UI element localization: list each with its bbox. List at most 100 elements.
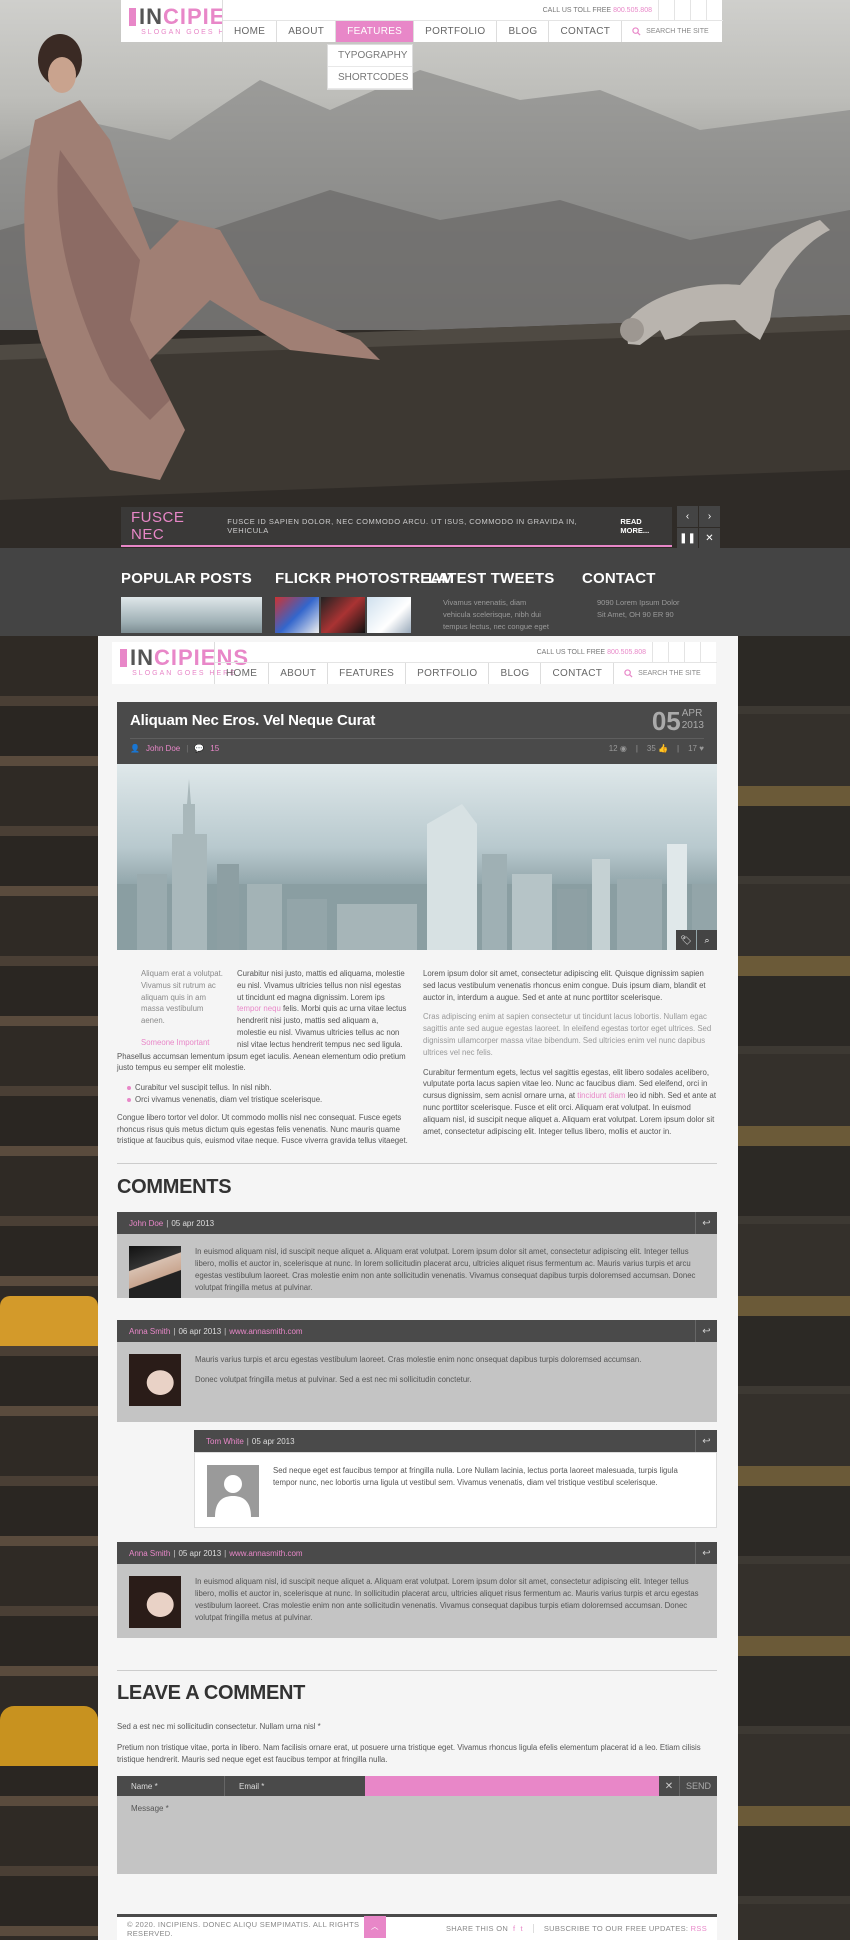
slider-next-icon[interactable]: › xyxy=(699,506,720,527)
dropdown-shortcodes[interactable]: SHORTCODES xyxy=(328,67,412,89)
comment: John Doe | 05 apr 2013 ↩ In euismod aliqua… xyxy=(117,1212,717,1298)
meta-separator: | xyxy=(186,744,189,753)
default-user-icon xyxy=(215,1475,251,1517)
slider-pause-icon[interactable]: ❚❚ xyxy=(677,528,698,548)
comment-header: John Doe | 05 apr 2013 ↩ xyxy=(117,1212,717,1234)
comment-author[interactable]: Anna Smith xyxy=(129,1549,170,1558)
slider-read-more[interactable]: READ MORE... xyxy=(620,517,672,535)
nav-features[interactable]: FEATURES xyxy=(336,21,415,42)
email-field[interactable]: Email * xyxy=(225,1776,365,1796)
slider-close-icon[interactable]: ✕ xyxy=(699,528,720,548)
comment-website[interactable]: www.annasmith.com xyxy=(229,1327,302,1336)
reply-icon[interactable]: ↩ xyxy=(695,1212,717,1234)
twitter-icon[interactable]: t xyxy=(520,1924,522,1933)
comment-header: Tom White | 05 apr 2013 ↩ xyxy=(194,1430,717,1452)
stat-hearts[interactable]: 17 ♥ xyxy=(688,744,704,753)
dropdown-typography[interactable]: TYPOGRAPHY xyxy=(328,45,412,67)
send-button[interactable]: SEND xyxy=(679,1776,717,1796)
nav-contact[interactable]: CONTACT xyxy=(549,21,623,42)
nav-portfolio[interactable]: PORTFOLIO xyxy=(414,21,498,42)
pull-quote-author[interactable]: Someone Important xyxy=(141,1037,227,1049)
flickr-thumb[interactable] xyxy=(367,597,412,633)
reply-icon[interactable]: ↩ xyxy=(695,1542,717,1564)
stat-views[interactable]: 12 ◉ xyxy=(609,744,627,753)
message-label: Message * xyxy=(131,1804,169,1813)
subscribe: SUBSCRIBE TO OUR FREE UPDATES: RSS xyxy=(534,1924,717,1933)
comment-author[interactable]: Tom White xyxy=(206,1437,244,1446)
nav-about[interactable]: ABOUT xyxy=(269,663,329,684)
nav-contact[interactable]: CONTACT xyxy=(541,663,615,684)
search-box[interactable]: SEARCH THE SITE xyxy=(622,21,709,42)
website-field[interactable] xyxy=(365,1776,659,1796)
comment-date: 05 apr 2013 xyxy=(178,1548,222,1558)
tweet-line: Vivamus venenatis, diam xyxy=(443,598,527,607)
call-label: CALL US TOLL FREE 800.505.808 xyxy=(543,7,658,14)
comment-website[interactable]: www.annasmith.com xyxy=(229,1549,302,1558)
blog-page: IN CIPIENS SLOGAN GOES HERE CALL US TOLL … xyxy=(0,636,850,1940)
search-input[interactable]: SEARCH THE SITE xyxy=(646,28,709,35)
comment-author[interactable]: John Doe xyxy=(129,1219,163,1228)
search-box[interactable]: SEARCH THE SITE xyxy=(614,663,701,684)
message-textarea[interactable]: Message * xyxy=(117,1796,717,1874)
contact-text: 9090 Lorem Ipsum Dolor Sit Amet, OH 90 E… xyxy=(582,597,680,621)
phone-link[interactable]: 800.505.808 xyxy=(607,649,646,656)
tag-icon[interactable]: 🏷 xyxy=(676,930,696,950)
stat-likes-count: 35 xyxy=(646,744,656,753)
slider-prev-icon[interactable]: ‹ xyxy=(677,506,698,527)
nav-home[interactable]: HOME xyxy=(223,21,278,42)
widget-title-contact: CONTACT xyxy=(582,570,656,587)
nav-blog[interactable]: BLOG xyxy=(489,663,542,684)
widget-popular-posts: POPULAR POSTS xyxy=(121,570,262,633)
flickr-thumb[interactable] xyxy=(275,597,319,633)
search-input[interactable]: SEARCH THE SITE xyxy=(638,670,701,677)
comment-header: Anna Smith | 05 apr 2013 | www.annasmith.com… xyxy=(117,1542,717,1564)
nav-menu: HOME ABOUT FEATURES PORTFOLIO BLOG CONTA… xyxy=(223,20,723,42)
facebook-icon[interactable]: f xyxy=(513,1924,515,1933)
social-cell xyxy=(706,0,722,20)
comments-heading: COMMENTS xyxy=(117,1176,232,1198)
post-comment-count[interactable]: 15 xyxy=(210,744,219,753)
post-month: APR xyxy=(681,708,703,719)
content-panel: IN CIPIENS SLOGAN GOES HERE CALL US TOLL … xyxy=(98,636,738,1940)
call-label-text: CALL US TOLL FREE xyxy=(536,648,606,656)
nav-home[interactable]: HOME xyxy=(215,663,270,684)
social-cell xyxy=(690,0,706,20)
nav-about[interactable]: ABOUT xyxy=(277,21,337,42)
divider xyxy=(117,1670,717,1671)
paragraph: Congue libero tortor vel dolor. Ut commo… xyxy=(117,1112,408,1146)
comment-date: 06 apr 2013 xyxy=(178,1326,222,1336)
paragraph: Lorem ipsum dolor sit amet, consectetur … xyxy=(423,969,706,1002)
post-image[interactable]: 🏷 ⌕ xyxy=(117,764,717,950)
pull-quote: Aliquam erat a volutpat. Vivamus sit rut… xyxy=(117,968,237,1049)
avatar xyxy=(129,1246,181,1298)
page-header: IN CIPIENS SLOGAN GOES HERE CALL US TOLL … xyxy=(112,642,717,684)
comment-body: Sed neque eget est faucibus tempor at fr… xyxy=(194,1452,717,1528)
nav-features[interactable]: FEATURES xyxy=(328,663,407,684)
inline-link[interactable]: tempor nequ xyxy=(237,1004,281,1013)
name-field[interactable]: Name * xyxy=(117,1776,225,1796)
zoom-icon[interactable]: ⌕ xyxy=(697,930,717,950)
inline-link[interactable]: tincidunt diam xyxy=(577,1091,625,1100)
rss-link[interactable]: RSS xyxy=(691,1924,707,1933)
back-to-top-icon[interactable]: ︿ xyxy=(363,1915,386,1938)
main-navigation: CALL US TOLL FREE 800.505.808 HOME ABOUT… xyxy=(214,642,717,684)
stat-likes[interactable]: 35 👍 xyxy=(647,744,668,753)
social-cell xyxy=(652,642,668,662)
nav-portfolio[interactable]: PORTFOLIO xyxy=(406,663,490,684)
share-label: SHARE THIS ON xyxy=(445,1924,509,1933)
city-skyline xyxy=(117,779,717,950)
post-author[interactable]: John Doe xyxy=(146,744,180,753)
popular-post-thumb[interactable] xyxy=(121,597,262,633)
leave-comment-heading: LEAVE A COMMENT xyxy=(117,1682,306,1704)
flickr-thumb[interactable] xyxy=(321,597,366,633)
nav-blog[interactable]: BLOG xyxy=(497,21,550,42)
stat-separator: | xyxy=(635,744,638,753)
reply-icon[interactable]: ↩ xyxy=(695,1430,717,1452)
reply-icon[interactable]: ↩ xyxy=(695,1320,717,1342)
clear-icon[interactable]: ✕ xyxy=(659,1776,679,1796)
phone-link[interactable]: 800.505.808 xyxy=(613,7,652,14)
post-title[interactable]: Aliquam Nec Eros. Vel Neque Curat xyxy=(130,712,375,729)
comment-author[interactable]: Anna Smith xyxy=(129,1327,170,1336)
comment-sep: | xyxy=(173,1548,176,1558)
main-navigation: CALL US TOLL FREE 800.505.808 HOME ABOUT… xyxy=(222,0,723,42)
